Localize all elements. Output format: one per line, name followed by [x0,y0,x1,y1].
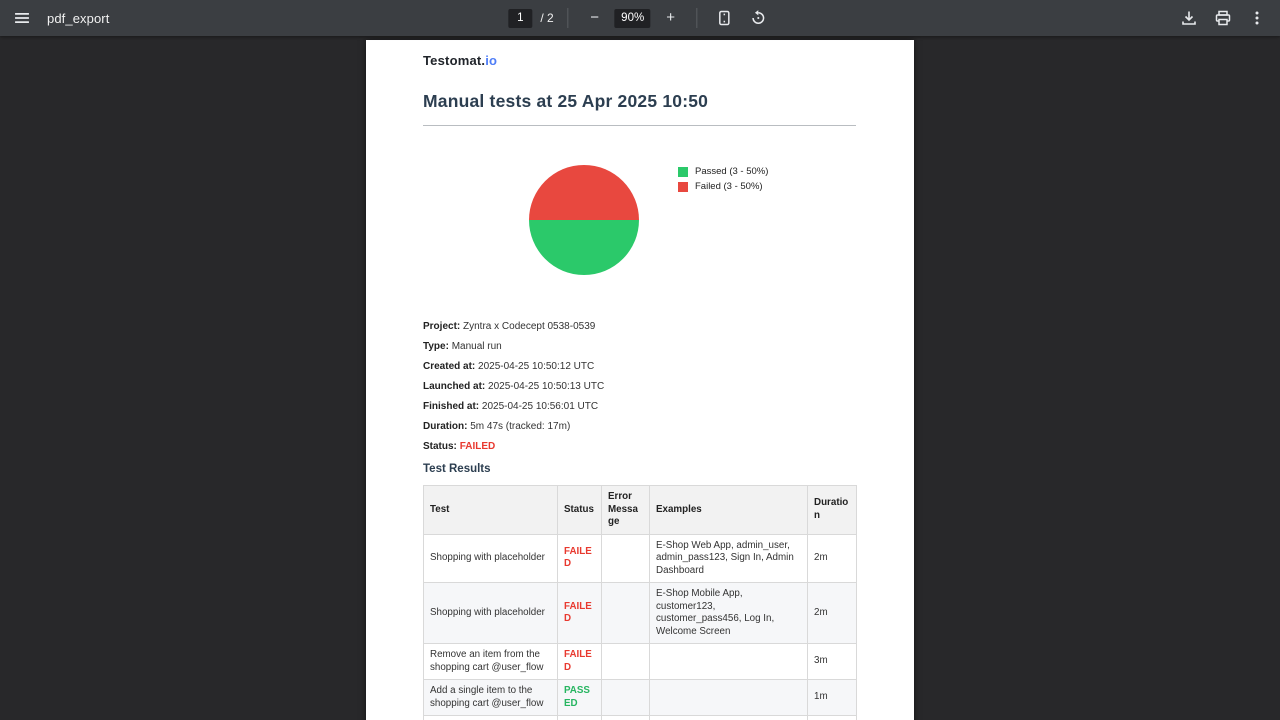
legend-item: Failed (3 - 50%) [678,181,768,192]
test-results-table: TestStatusError MessageExamplesDuration … [423,485,857,720]
cell-duration: 5m [808,716,857,720]
detail-line: Project: Zyntra x Codecept 0538-0539 [423,322,856,332]
cell-error-message [602,644,650,680]
more-options-icon[interactable] [1244,5,1270,31]
table-row: Remove an item from the shopping cart @u… [424,644,857,680]
rotate-icon[interactable] [746,5,772,31]
document-title: pdf_export [47,11,109,26]
run-details: Project: Zyntra x Codecept 0538-0539 Type… [423,322,856,452]
zoom-level-input[interactable] [615,9,651,28]
cell-error-message [602,716,650,720]
detail-label: Finished at: [423,401,479,412]
detail-value: Manual run [452,341,502,352]
detail-value: 5m 47s (tracked: 17m) [470,421,570,432]
cell-error-message [602,583,650,644]
report-title: Manual tests at 25 Apr 2025 10:50 [423,91,856,112]
detail-value: 2025-04-25 10:50:13 UTC [488,381,604,392]
cell-error-message [602,680,650,716]
page-count-label: / 2 [540,11,553,25]
toolbar-right [1176,5,1280,31]
detail-value: 2025-04-25 10:56:01 UTC [482,401,598,412]
column-header-error-message: Error Message [602,486,650,535]
cell-test: Shopping with placeholder [424,534,558,583]
legend-swatch [678,182,688,192]
table-row: Add a single item to the shopping cart @… [424,680,857,716]
cell-examples [650,644,808,680]
toolbar-separator [568,8,569,28]
detail-line: Finished at: 2025-04-25 10:56:01 UTC [423,402,856,412]
cell-test: Add a single item to the shopping cart @… [424,680,558,716]
menu-icon[interactable] [9,5,35,31]
pie-chart-block: Passed (3 - 50%) Failed (3 - 50%) [423,165,856,275]
detail-line: Created at: 2025-04-25 10:50:12 UTC [423,362,856,372]
page-number-input[interactable] [508,9,532,28]
detail-value: Zyntra x Codecept 0538-0539 [463,321,595,332]
table-body: Shopping with placeholderFAILEDE-Shop We… [424,534,857,720]
legend-label: Failed (3 - 50%) [695,181,763,192]
download-icon[interactable] [1176,5,1202,31]
cell-examples: E-Shop Web App, admin_user, admin_pass12… [650,534,808,583]
toolbar-left: pdf_export [0,5,109,31]
cell-test: Remove an item from the shopping cart @u… [424,644,558,680]
pdf-page-content: Testomat.io Manual tests at 25 Apr 2025 … [366,40,914,720]
detail-value: FAILED [460,441,496,452]
detail-line: Type: Manual run [423,342,856,352]
column-header-examples: Examples [650,486,808,535]
cell-examples [650,680,808,716]
table-row: Add multiple different items to the shop… [424,716,857,720]
detail-label: Launched at: [423,381,485,392]
cell-error-message [602,534,650,583]
page-divider: / [540,11,543,25]
legend-item: Passed (3 - 50%) [678,166,768,177]
pdf-viewport[interactable]: Testomat.io Manual tests at 25 Apr 2025 … [0,36,1280,720]
detail-label: Status: [423,441,457,452]
detail-label: Type: [423,341,449,352]
legend-swatch [678,167,688,177]
table-row: Shopping with placeholderFAILED E-Shop Mo… [424,583,857,644]
detail-label: Created at: [423,361,475,372]
detail-value: 2025-04-25 10:50:12 UTC [478,361,594,372]
test-results-heading: Test Results [423,463,856,475]
cell-status: FAILED [558,644,602,680]
cell-status: PASSED [558,716,602,720]
cell-duration: 1m [808,680,857,716]
detail-line: Launched at: 2025-04-25 10:50:13 UTC [423,382,856,392]
pdf-viewer: pdf_export / 2 − + [0,0,1280,720]
toolbar-center: / 2 − + [508,0,771,36]
detail-label: Project: [423,321,460,332]
pdf-toolbar: pdf_export / 2 − + [0,0,1280,36]
title-divider [423,125,856,126]
print-icon[interactable] [1210,5,1236,31]
cell-status: PASSED [558,680,602,716]
cell-test: Shopping with placeholder [424,583,558,644]
fit-page-icon[interactable] [712,5,738,31]
zoom-in-button[interactable]: + [659,6,683,30]
testomat-logo: Testomat.io [423,53,856,68]
cell-duration: 3m [808,644,857,680]
column-header-duration: Duration [808,486,857,535]
column-header-status: Status [558,486,602,535]
cell-status: FAILED [558,583,602,644]
legend-label: Passed (3 - 50%) [695,166,768,177]
cell-status: FAILED [558,534,602,583]
zoom-out-button[interactable]: − [583,6,607,30]
logo-accent-text: io [485,53,497,68]
detail-label: Duration: [423,421,467,432]
chart-legend: Passed (3 - 50%) Failed (3 - 50%) [678,166,768,196]
pdf-page: Testomat.io Manual tests at 25 Apr 2025 … [366,40,914,720]
cell-duration: 2m [808,534,857,583]
toolbar-separator [697,8,698,28]
cell-duration: 2m [808,583,857,644]
detail-line: Duration: 5m 47s (tracked: 17m) [423,422,856,432]
table-header-row: TestStatusError MessageExamplesDuration [424,486,857,535]
detail-line: Status: FAILED [423,442,856,452]
logo-text: Testomat. [423,53,485,68]
column-header-test: Test [424,486,558,535]
table-row: Shopping with placeholderFAILED E-Shop We… [424,534,857,583]
cell-examples [650,716,808,720]
pie-chart [529,165,639,275]
cell-test: Add multiple different items to the shop… [424,716,558,720]
page-total: 2 [547,11,554,25]
cell-examples: E-Shop Mobile App, customer123, customer… [650,583,808,644]
